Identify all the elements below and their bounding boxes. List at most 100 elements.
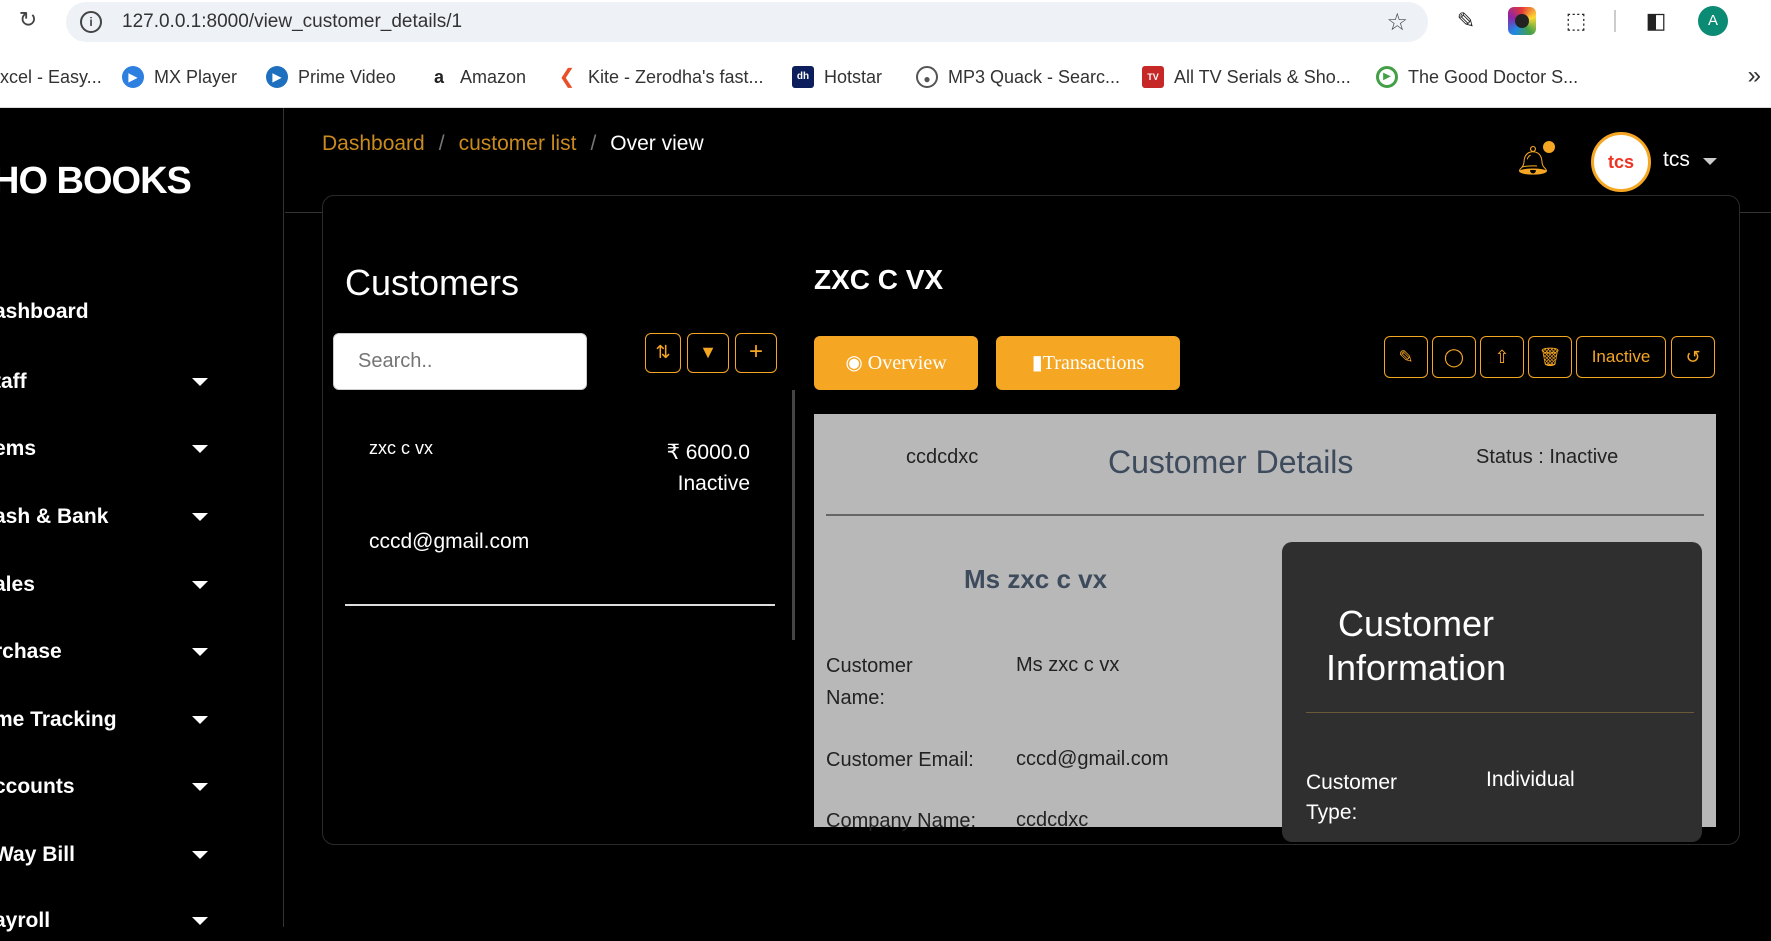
customer-details-heading: Customer Details xyxy=(1108,444,1354,480)
site-info-icon[interactable]: i xyxy=(80,11,102,33)
bookmark-item[interactable]: a Amazon xyxy=(428,64,526,90)
profile-avatar[interactable]: A xyxy=(1698,6,1728,36)
inactive-status-button[interactable]: Inactive xyxy=(1576,336,1666,378)
sidebar-item-label: ashboard xyxy=(0,300,89,323)
sidebar-item-sales[interactable]: ales xyxy=(0,565,284,605)
play-icon: ▶ xyxy=(122,66,144,88)
customer-details-card: ccdcdxc Customer Details Status : Inacti… xyxy=(814,414,1716,842)
bookmarks-bar: xcel - Easy... ▶ MX Player ▶ Prime Video a… xyxy=(0,44,1771,108)
bookmark-label: Hotstar xyxy=(824,66,883,87)
bookmark-label: xcel - Easy... xyxy=(0,66,102,87)
caret-down-icon xyxy=(192,513,208,521)
caret-down-icon xyxy=(192,716,208,724)
sidebar-item-eway-bill[interactable]: Way Bill xyxy=(0,835,284,875)
trash-icon: 🗑︎ xyxy=(1538,347,1562,367)
color-picker-extension-icon[interactable] xyxy=(1508,7,1536,35)
bookmark-item[interactable]: TV All TV Serials & Sho... xyxy=(1142,64,1351,90)
bookmark-item[interactable]: xcel - Easy... xyxy=(0,64,102,90)
bookmark-label: MX Player xyxy=(154,66,238,87)
sort-button[interactable]: ⇅ xyxy=(645,333,681,373)
comment-icon: ◯ xyxy=(1443,347,1465,367)
customer-name-label: Customer Name: xyxy=(826,655,913,709)
bookmark-item[interactable]: ● MP3 Quack - Searc... xyxy=(916,64,1120,90)
sidebar-item-label: ales xyxy=(0,573,35,596)
bookmark-item[interactable]: ▶ Prime Video xyxy=(266,64,396,90)
caret-down-icon xyxy=(192,917,208,925)
sidebar-item-dashboard[interactable]: ashboard xyxy=(0,292,284,332)
chevron-down-icon[interactable] xyxy=(1703,158,1717,165)
comment-button[interactable]: ◯ xyxy=(1432,336,1476,378)
extensions-puzzle-icon[interactable]: ⬚ xyxy=(1562,7,1590,35)
more-bookmarks-icon[interactable]: » xyxy=(1748,62,1761,90)
delete-button[interactable]: 🗑︎ xyxy=(1528,336,1572,378)
amazon-icon: a xyxy=(433,67,444,87)
list-scrollbar[interactable] xyxy=(792,390,795,640)
overview-tab-button[interactable]: ◉ Overview xyxy=(814,336,978,390)
side-panel-icon[interactable]: ◧ xyxy=(1642,7,1670,35)
customer-email-value: cccd@gmail.com xyxy=(1016,748,1169,770)
caret-down-icon xyxy=(192,445,208,453)
sidebar-item-staff[interactable]: taff xyxy=(0,362,284,402)
search-input[interactable] xyxy=(333,333,587,390)
transactions-tab-button[interactable]: ▮Transactions xyxy=(996,336,1180,390)
bookmark-item[interactable]: ▶ MX Player xyxy=(122,64,237,90)
sidebar-item-cash-bank[interactable]: ash & Bank xyxy=(0,497,284,537)
upload-button[interactable]: ⇧ xyxy=(1480,336,1524,378)
sidebar-item-items[interactable]: ems xyxy=(0,429,284,469)
sidebar-item-label: me Tracking xyxy=(0,708,117,731)
list-divider xyxy=(345,604,775,606)
sidebar-item-label: ayroll xyxy=(0,909,51,932)
bookmark-label: Amazon xyxy=(460,66,527,87)
breadcrumb-separator: / xyxy=(438,132,445,155)
customers-heading: Customers xyxy=(345,262,520,303)
customer-detail-title: ZXC C VX xyxy=(814,264,944,295)
sidebar-item-label: ash & Bank xyxy=(0,505,109,528)
customer-information-box: Customer Information Customer Type: Indi… xyxy=(1282,542,1702,842)
breadcrumb-customer-list[interactable]: customer list xyxy=(459,132,577,156)
bookmark-label: All TV Serials & Sho... xyxy=(1174,66,1351,87)
bookmark-star-icon[interactable]: ☆ xyxy=(1386,8,1408,37)
play-icon: ▶ xyxy=(1376,66,1398,88)
bookmark-item[interactable]: ❮ Kite - Zerodha's fast... xyxy=(556,64,764,90)
sidebar-item-label: Way Bill xyxy=(0,843,75,866)
pen-extension-icon[interactable]: ✎ xyxy=(1452,7,1480,35)
bookmark-item[interactable]: ▶ The Good Doctor S... xyxy=(1376,64,1578,90)
customer-list-amount: ₹ 6000.0 xyxy=(666,441,750,464)
reload-icon[interactable]: ↻ xyxy=(16,8,40,32)
play-icon: ▶ xyxy=(266,66,288,88)
overview-label: Overview xyxy=(867,352,947,374)
hotstar-icon: dh xyxy=(792,66,814,88)
sidebar-item-label: taff xyxy=(0,370,27,393)
company-name-label: Company Name: xyxy=(826,810,977,832)
browser-toolbar: ↻ i 127.0.0.1:8000/view_customer_details… xyxy=(0,0,1771,44)
breadcrumb-dashboard[interactable]: Dashboard xyxy=(322,132,425,156)
edit-button[interactable]: ✎ xyxy=(1384,336,1428,378)
username[interactable]: tcs xyxy=(1663,148,1690,172)
avatar[interactable]: tcs xyxy=(1591,132,1651,192)
breadcrumb-current: Over view xyxy=(610,132,704,155)
bookmark-item[interactable]: dh Hotstar xyxy=(792,64,882,90)
address-bar[interactable]: i 127.0.0.1:8000/view_customer_details/1… xyxy=(66,2,1428,42)
filter-button[interactable]: ▼ xyxy=(687,333,729,373)
customer-email-label: Customer Email: xyxy=(826,749,974,771)
sidebar-item-payroll[interactable]: ayroll xyxy=(0,901,284,941)
kite-icon: ❮ xyxy=(558,66,576,88)
customer-display-name: Ms zxc c vx xyxy=(964,564,1108,594)
caret-down-icon xyxy=(192,851,208,859)
bookmark-label: MP3 Quack - Searc... xyxy=(948,66,1121,87)
history-button[interactable]: ↺ xyxy=(1671,336,1715,378)
duck-icon: ● xyxy=(916,66,938,88)
customer-list-name[interactable]: zxc c vx xyxy=(369,438,433,459)
bookmark-label: Kite - Zerodha's fast... xyxy=(588,66,764,87)
file-icon: ▮ xyxy=(1031,352,1043,374)
sidebar-item-purchase[interactable]: rchase xyxy=(0,632,284,672)
breadcrumb: Dashboard / customer list / Over view xyxy=(322,132,704,156)
sidebar-item-accounts[interactable]: ccounts xyxy=(0,767,284,807)
customer-list-email: cccd@gmail.com xyxy=(369,530,530,553)
status-text: Status : Inactive xyxy=(1476,446,1619,468)
add-customer-button[interactable]: + xyxy=(735,333,777,373)
bookmark-label: The Good Doctor S... xyxy=(1408,66,1579,87)
sidebar-item-time-tracking[interactable]: me Tracking xyxy=(0,700,284,740)
history-icon: ↺ xyxy=(1685,347,1701,367)
customer-name-value: Ms zxc c vx xyxy=(1016,654,1120,676)
